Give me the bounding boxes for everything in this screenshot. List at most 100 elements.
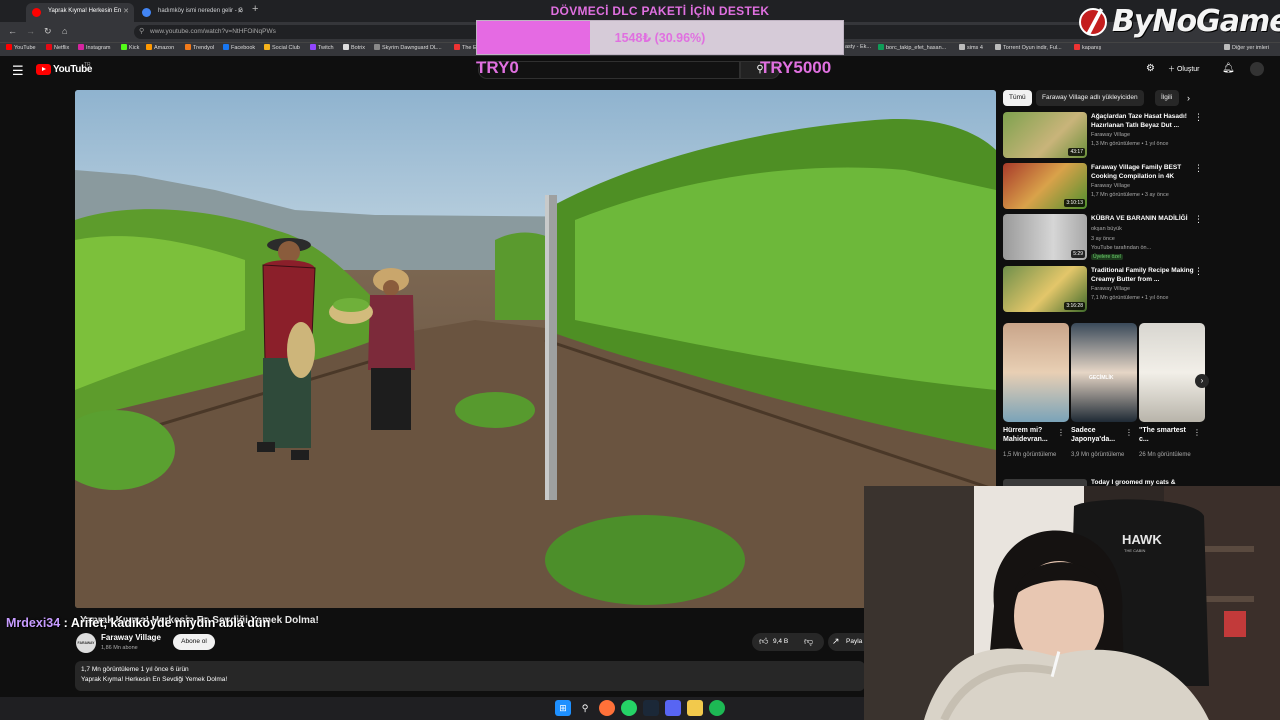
webcam-scene: HAWK THE CABIN <box>864 486 1280 720</box>
search-icon[interactable]: ⚲ <box>577 700 593 716</box>
create-button[interactable]: ＋ Oluştur <box>1168 64 1200 74</box>
more-vert-icon[interactable]: ⋮ <box>1194 214 1203 225</box>
recommendation-item[interactable]: 3:16:28 Traditional Family Recipe Making… <box>1003 266 1208 312</box>
more-vert-icon[interactable]: ⋮ <box>1194 266 1203 277</box>
short-title[interactable]: Sadece Japonya'da... <box>1071 426 1127 444</box>
bookmark-torrent[interactable]: Torrent Oyun indir, Ful... <box>995 44 1062 51</box>
video-stats: 1,7 Mn görüntüleme 1 yıl önce 6 ürün <box>81 666 189 673</box>
firefox-icon[interactable] <box>599 700 615 716</box>
recommendation-channel[interactable]: Faraway Village <box>1091 132 1130 138</box>
windows-icon[interactable]: ⊞ <box>555 700 571 716</box>
files-icon[interactable] <box>687 700 703 716</box>
video-thumbnail[interactable]: 5:29 <box>1003 214 1087 260</box>
recommendation-title[interactable]: Ağaçlardan Taze Hasat Hasadı! Hazırlanan… <box>1091 112 1199 130</box>
close-icon[interactable]: ✕ <box>237 7 243 15</box>
duration-badge: 5:29 <box>1071 250 1085 258</box>
video-thumbnail[interactable]: 3:16:28 <box>1003 266 1087 312</box>
bookmark-borc-takip[interactable]: borc_takip_efet_hasan... <box>878 44 946 51</box>
bookmark-kick[interactable]: Kick <box>121 44 139 51</box>
tab-google[interactable]: hadımköy ismi nereden gelir - G ✕ <box>136 3 248 22</box>
like-icon[interactable]: 👍︎ <box>759 636 768 647</box>
tab-youtube[interactable]: Yaprak Kıyma! Herkesin En ✕ <box>26 3 134 22</box>
tab-label: Yaprak Kıyma! Herkesin En <box>48 8 122 14</box>
bookmark-skyrim[interactable]: Skyrim Dawnguard DL... <box>374 44 442 51</box>
more-vert-icon[interactable]: ⋮ <box>1193 428 1201 437</box>
dislike-icon[interactable]: 👎︎ <box>804 636 813 647</box>
recommendation-channel[interactable]: okşan büyük <box>1091 226 1122 232</box>
forward-icon[interactable]: → <box>26 26 35 36</box>
share-icon[interactable]: ↗ <box>832 636 840 647</box>
bookmark-the-e[interactable]: The E <box>454 44 477 51</box>
recommendation-item[interactable]: 43:17 Ağaçlardan Taze Hasat Hasadı! Hazı… <box>1003 112 1208 158</box>
recommendation-meta: 1,3 Mn görüntüleme • 1 yıl önce <box>1091 141 1169 147</box>
more-vert-icon[interactable]: ⋮ <box>1194 163 1203 174</box>
more-vert-icon[interactable]: ⋮ <box>1125 428 1133 437</box>
steam-icon[interactable] <box>643 700 659 716</box>
spotify-icon[interactable] <box>709 700 725 716</box>
share-label[interactable]: Payla <box>846 638 862 645</box>
recommendation-item[interactable]: 5:29 KÜBRA VE BARANIN MADİLİĞİ okşan büy… <box>1003 214 1208 260</box>
back-icon[interactable]: ← <box>8 26 17 36</box>
youtube-favicon-icon <box>32 8 41 17</box>
short-thumbnail[interactable] <box>1139 323 1205 422</box>
close-icon[interactable]: ✕ <box>123 7 129 15</box>
channel-avatar[interactable]: FARAWAY VILLAGE <box>76 633 96 665</box>
duration-badge: 3:16:28 <box>1064 302 1085 310</box>
short-title[interactable]: Hürrem mi? Mahidevran... <box>1003 426 1059 444</box>
chip-all[interactable]: Tümü <box>1003 90 1032 106</box>
short-thumbnail[interactable]: GECİMLİK <box>1071 323 1137 422</box>
recommendation-title[interactable]: Faraway Village Family BEST Cooking Comp… <box>1091 163 1199 181</box>
chevron-right-icon[interactable]: › <box>1195 374 1209 388</box>
hamburger-menu-icon[interactable]: ☰ <box>12 63 24 79</box>
video-thumbnail[interactable]: 3:10:13 <box>1003 163 1087 209</box>
settings-gear-icon[interactable]: ⚙ <box>1146 63 1155 74</box>
bookmark-sims4[interactable]: sims 4 <box>959 44 983 51</box>
site-info-icon[interactable]: ⚲ <box>139 27 144 35</box>
goal-end-label: TRY5000 <box>760 58 832 77</box>
like-count[interactable]: 9,4 B <box>773 638 788 645</box>
recommendation-item[interactable]: 3:10:13 Faraway Village Family BEST Cook… <box>1003 163 1208 209</box>
channel-name[interactable]: Faraway Village <box>101 633 161 642</box>
discord-icon[interactable] <box>665 700 681 716</box>
chip-from-uploader[interactable]: Faraway Village adlı yükleyiciden <box>1036 90 1144 106</box>
duration-badge: 3:10:13 <box>1064 199 1085 207</box>
home-icon[interactable]: ⌂ <box>62 26 67 36</box>
bookmark-instagram[interactable]: Instagram <box>78 44 110 51</box>
chevron-right-icon[interactable]: › <box>1187 93 1190 103</box>
bookmark-botrix[interactable]: Botrix <box>343 44 365 51</box>
bookmark-twitch[interactable]: Twitch <box>310 44 334 51</box>
notifications-bell-icon[interactable]: 🔔︎ <box>1222 63 1235 74</box>
video-player[interactable] <box>75 90 996 608</box>
bookmark-trendyol[interactable]: Trendyol <box>185 44 214 51</box>
bookmark-netflix[interactable]: Netflix <box>46 44 69 51</box>
donation-progress-text: 1548₺ (30.96%) <box>614 31 706 45</box>
bookmark-asty[interactable]: asty - Ek... <box>845 44 871 50</box>
short-title[interactable]: "The smartest c... <box>1139 426 1195 444</box>
recommendation-channel[interactable]: Faraway Village <box>1091 183 1130 189</box>
recommendation-title[interactable]: KÜBRA VE BARANIN MADİLİĞİ <box>1091 214 1199 223</box>
more-vert-icon[interactable]: ⋮ <box>1194 112 1203 123</box>
subscribe-button[interactable]: Abone ol <box>173 634 215 650</box>
video-thumbnail[interactable]: 43:17 <box>1003 112 1087 158</box>
chat-separator: : <box>60 616 71 630</box>
youtube-logo-icon[interactable] <box>36 64 51 75</box>
bookmark-other[interactable]: Diğer yer imleri <box>1224 44 1269 51</box>
avatar[interactable] <box>1250 62 1264 76</box>
recommendation-title[interactable]: Today I groomed my cats & <box>1091 479 1175 486</box>
whatsapp-icon[interactable] <box>621 700 637 716</box>
google-favicon-icon <box>142 8 151 17</box>
bynogame-logo: ByNoGame <box>1112 4 1280 39</box>
recommendation-title[interactable]: Traditional Family Recipe Making Creamy … <box>1091 266 1199 284</box>
more-vert-icon[interactable]: ⋮ <box>1057 428 1065 437</box>
subscriber-count: 1,86 Mn abone <box>101 645 138 651</box>
new-tab-button[interactable]: + <box>252 3 258 15</box>
recommendation-channel[interactable]: Faraway Village <box>1091 286 1130 292</box>
bookmark-kapanis[interactable]: kapanış <box>1074 44 1101 51</box>
reload-icon[interactable]: ↻ <box>44 26 52 37</box>
bookmark-youtube[interactable]: YouTube <box>6 44 36 51</box>
chip-related[interactable]: İlgili <box>1155 90 1179 106</box>
bookmark-facebook[interactable]: Facebook <box>223 44 255 51</box>
bookmark-amazon[interactable]: Amazon <box>146 44 174 51</box>
short-thumbnail[interactable] <box>1003 323 1069 422</box>
bookmark-social-club[interactable]: Social Club <box>264 44 300 51</box>
